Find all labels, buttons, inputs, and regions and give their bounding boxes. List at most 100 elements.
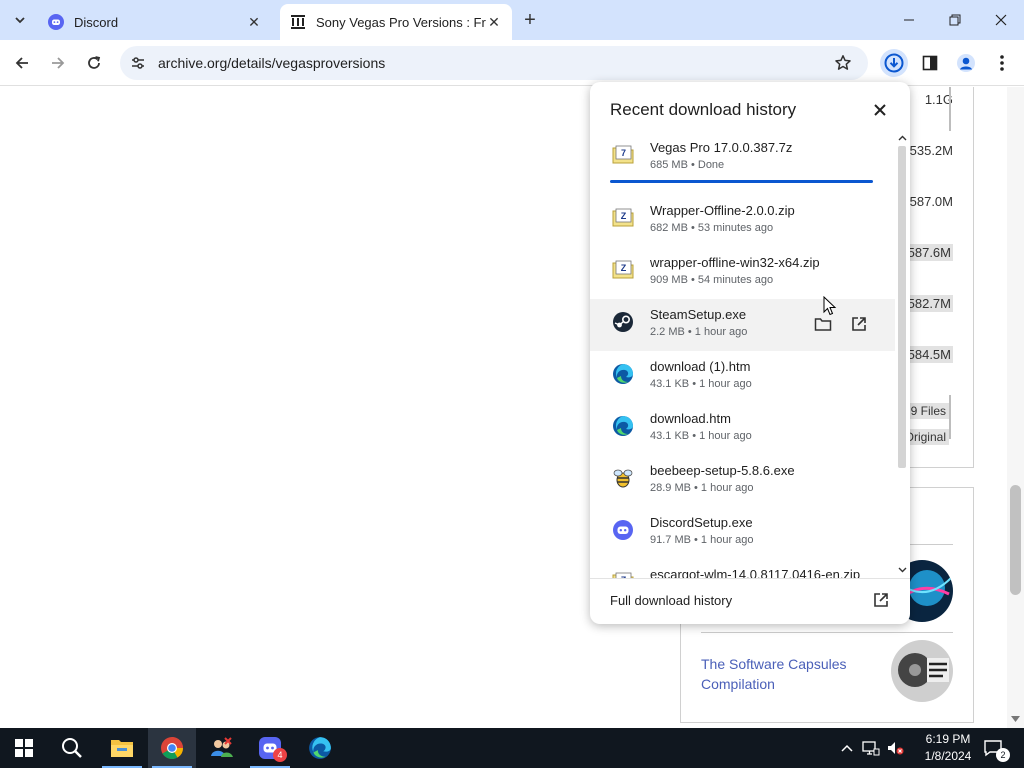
users-icon [211,737,233,757]
download-meta: 43.1 KB • 1 hour ago [650,378,752,390]
download-progress-bar [610,180,873,183]
minimize-icon [904,19,914,21]
tab-title: Sony Vegas Pro Versions : Free [316,14,486,30]
download-list: 7 Vegas Pro 17.0.0.387.7z 685 MB • Done … [590,132,910,578]
volume-muted-icon [888,742,904,755]
reload-button[interactable] [81,50,107,76]
download-history-panel: Recent download history 7 Vegas Pro 17.0… [590,82,910,624]
download-item[interactable]: download.htm 43.1 KB • 1 hour ago [590,403,895,455]
download-filename: SteamSetup.exe [650,307,747,322]
notification-count-badge: 2 [996,748,1010,762]
search-button[interactable] [48,728,96,768]
discord-icon [48,14,64,30]
download-item[interactable]: download (1).htm 43.1 KB • 1 hour ago [590,351,895,403]
new-tab-button[interactable]: + [518,8,542,32]
back-button[interactable] [9,50,35,76]
download-meta: 91.7 MB • 1 hour ago [650,534,754,546]
download-filename: download.htm [650,411,731,426]
file-size: 582.7M [905,295,953,312]
panel-title: Recent download history [610,100,797,119]
tab-sony-vegas[interactable]: Sony Vegas Pro Versions : Free ✕ [280,4,512,40]
close-tab-icon[interactable]: ✕ [246,14,262,30]
volume-tray-icon[interactable] [884,728,906,768]
open-file-button[interactable] [848,313,870,335]
arrow-left-icon [15,57,28,69]
profile-icon [957,54,975,72]
close-tab-icon[interactable]: ✕ [486,14,502,30]
site-info-icon[interactable] [128,55,148,71]
open-external-icon[interactable] [870,589,892,611]
discord-notification-badge: 4 [273,748,287,762]
taskbar-edge[interactable] [296,728,344,768]
file-size: 587.0M [909,194,953,209]
file-size: 587.6M [905,244,953,261]
bookmark-star-icon[interactable] [832,54,854,72]
edge-icon [613,364,633,384]
zip-icon: Z [612,208,634,227]
downloads-button[interactable] [880,49,908,77]
download-item[interactable]: Z wrapper-offline-win32-x64.zip 909 MB •… [590,247,895,299]
download-item[interactable]: SteamSetup.exe 2.2 MB • 1 hour ago [590,299,895,351]
close-icon [874,104,886,116]
page-scrollbar[interactable] [1007,87,1024,728]
full-download-history-row[interactable]: Full download history [590,578,910,624]
download-filename: wrapper-offline-win32-x64.zip [650,255,820,270]
download-meta: 2.2 MB • 1 hour ago [650,326,748,338]
download-filename: Wrapper-Offline-2.0.0.zip [650,203,795,218]
download-filename: Vegas Pro 17.0.0.387.7z [650,140,793,155]
taskbar: 4 6:19 PM 1/8/2024 2 [0,728,1024,768]
download-list-scrollbar[interactable] [896,132,908,578]
download-item[interactable]: DiscordSetup.exe 91.7 MB • 1 hour ago [590,507,895,559]
edge-icon [309,737,331,759]
restore-button[interactable] [932,0,978,40]
windows-logo-icon [15,739,33,757]
file-size: 535.2M [909,143,953,158]
clock-time: 6:19 PM [925,732,971,746]
start-button[interactable] [0,728,48,768]
download-item[interactable]: beebeep-setup-5.8.6.exe 28.9 MB • 1 hour… [590,455,895,507]
mouse-pointer-icon [823,296,837,316]
download-item[interactable]: Z escargot-wlm-14.0.8117.0416-en.zip [590,559,895,578]
open-external-icon [852,317,866,331]
page-scrollbar-thumb[interactable] [1010,485,1021,595]
tab-discord[interactable]: Discord ✕ [38,4,272,40]
tab-strip: Discord ✕ Sony Vegas Pro Versions : Free… [0,0,1024,40]
download-item[interactable]: Z Wrapper-Offline-2.0.0.zip 682 MB • 53 … [590,195,895,247]
discord-icon [613,520,633,540]
side-panel-button[interactable] [916,49,944,77]
taskbar-file-explorer[interactable] [98,728,146,768]
show-in-folder-button[interactable] [812,313,834,335]
taskbar-discord[interactable]: 4 [246,728,294,768]
download-filename: beebeep-setup-5.8.6.exe [650,463,795,478]
profile-button[interactable] [952,49,980,77]
network-tray-icon[interactable] [860,728,882,768]
clock-date: 1/8/2024 [924,749,972,763]
scroll-down-icon[interactable] [896,564,908,576]
menu-button[interactable] [988,49,1016,77]
minimize-button[interactable] [886,0,932,40]
scroll-down-icon[interactable] [1011,716,1020,722]
scroll-up-icon[interactable] [896,132,908,144]
chevron-down-icon [15,17,25,24]
divider [701,632,953,633]
system-clock[interactable]: 6:19 PM 1/8/2024 [912,731,984,765]
software-capsules-thumbnail[interactable] [891,640,953,702]
download-list-scrollbar-thumb[interactable] [898,146,906,468]
close-panel-button[interactable] [868,98,892,122]
notification-center-button[interactable]: 2 [978,728,1010,768]
url-text[interactable]: archive.org/details/vegasproversions [158,55,832,71]
show-hidden-icons-button[interactable] [838,728,856,768]
taskbar-user-app[interactable] [198,728,246,768]
tab-search-button[interactable] [8,8,32,32]
side-panel-icon [922,55,938,71]
close-window-button[interactable] [978,0,1024,40]
taskbar-chrome[interactable] [148,728,196,768]
full-download-history-link[interactable]: Full download history [610,593,732,608]
related-item-link[interactable]: The Software Capsules Compilation [701,654,871,694]
address-bar[interactable]: archive.org/details/vegasproversions [120,46,868,80]
files-count-label[interactable]: 9 Files [907,403,949,419]
forward-button[interactable] [45,50,71,76]
download-icon [884,53,904,73]
download-item[interactable]: 7 Vegas Pro 17.0.0.387.7z 685 MB • Done [590,132,895,184]
tab-title: Discord [74,14,119,30]
